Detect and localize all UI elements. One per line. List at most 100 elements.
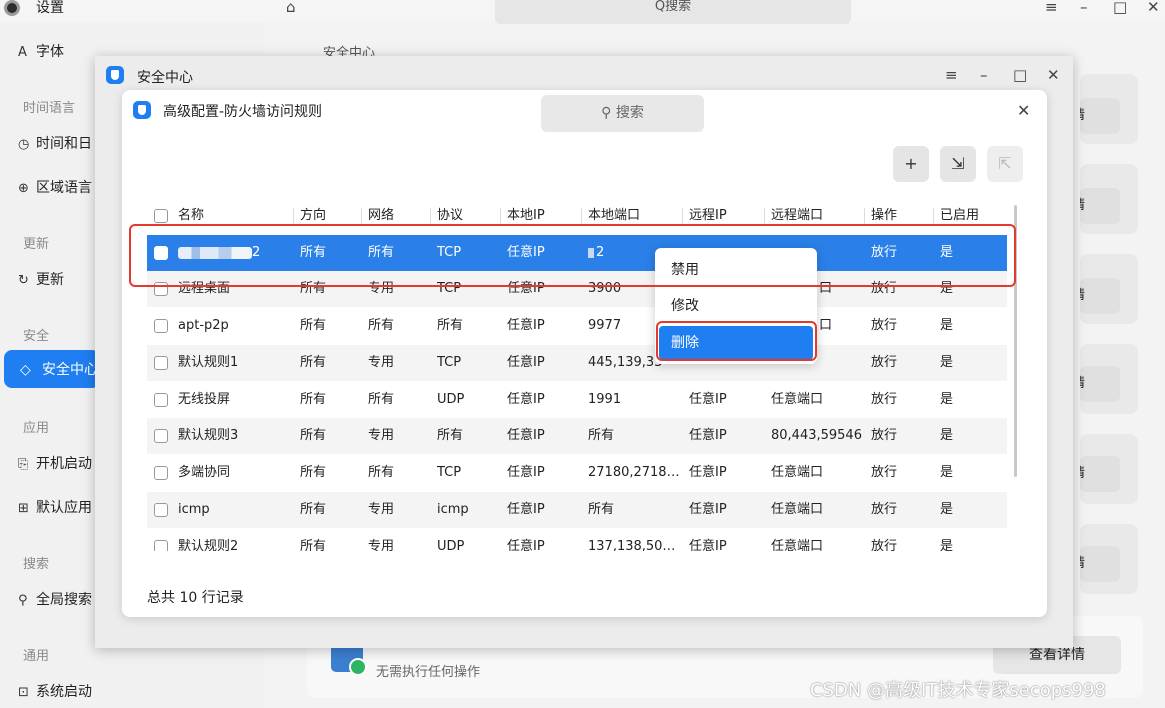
cell-network: 所有 (368, 465, 395, 480)
minimize-icon[interactable]: – (1080, 0, 1088, 15)
row-checkbox[interactable] (154, 429, 168, 443)
system-ok-icon (331, 644, 367, 676)
settings-search-input[interactable]: Q搜索 (495, 0, 851, 24)
cell-enabled: 是 (940, 539, 954, 551)
import-button[interactable]: ⇲ (940, 146, 976, 182)
menu-icon[interactable]: ≡ (945, 68, 958, 83)
table-row[interactable]: 默认规则1 所有 专用 TCP 任意IP 445,139,33 放行 是 (147, 345, 1007, 381)
cell-local-ip: 任意IP (507, 318, 545, 333)
cell-action: 放行 (871, 245, 898, 260)
cell-name: 2 (252, 245, 261, 260)
close-icon[interactable]: ✕ (1147, 0, 1160, 15)
cell-direction: 所有 (300, 539, 327, 551)
close-icon[interactable]: ✕ (1017, 101, 1030, 120)
cell-remote-ip: 任意IP (689, 428, 727, 443)
cell-protocol: UDP (437, 392, 465, 407)
cell-remote-port: 任意端口 (771, 465, 824, 480)
sidebar-section-apps: 应用 (23, 421, 50, 436)
cell-name: 默认规则3 (178, 428, 239, 443)
view-details-button[interactable]: 情 (1080, 98, 1120, 134)
menu-item-delete[interactable]: 删除 (659, 326, 813, 360)
sidebar-item-system-boot[interactable]: ⊡ 系统启动 (18, 681, 92, 701)
home-icon[interactable]: ⌂ (286, 0, 296, 15)
cell-local-port: 445,139,33 (588, 355, 663, 370)
close-icon[interactable]: ✕ (1047, 68, 1060, 83)
cell-local-ip: 任意IP (507, 502, 545, 517)
view-details-button[interactable]: 情 (1080, 456, 1120, 492)
view-details-button[interactable]: 情 (1080, 278, 1120, 314)
cell-enabled: 是 (940, 502, 954, 517)
watermark: CSDN @高级IT技术专家secops998 (810, 680, 1106, 701)
row-checkbox[interactable] (154, 282, 168, 296)
rules-search-input[interactable]: ⚲ 搜索 (541, 95, 704, 132)
table-row[interactable]: 远程桌面 所有 专用 TCP 任意IP 3900 口 放行 是 (147, 271, 1007, 307)
table-row[interactable]: 默认规则2 所有 专用 UDP 任意IP 137,138,50… 任意IP 任意… (147, 529, 1007, 551)
maximize-icon[interactable]: □ (1013, 68, 1027, 83)
table-row[interactable]: 多端协同 所有 所有 TCP 任意IP 27180,2718… 任意IP 任意端… (147, 455, 1007, 491)
sidebar-item-global-search[interactable]: ⚲ 全局搜索 (18, 589, 92, 609)
cell-local-port: 27180,2718… (588, 465, 680, 480)
table-row[interactable]: 2 所有 所有 TCP 任意IP 2 放行 是 (147, 235, 1007, 271)
firewall-dialog-icon (133, 101, 151, 119)
cell-remote-ip: 任意IP (689, 502, 727, 517)
cell-remote-port: 80,443,59546 (771, 428, 862, 443)
sidebar-item-font[interactable]: A 字体 (18, 41, 64, 61)
rules-table-body: 2 所有 所有 TCP 任意IP 2 放行 是 远程桌面 所有 专用 TCP 任… (147, 204, 1007, 551)
menu-icon[interactable]: ≡ (1045, 0, 1058, 15)
refresh-icon: ↻ (18, 273, 29, 288)
cell-protocol: UDP (437, 539, 465, 551)
view-details-button[interactable]: 情 (1080, 546, 1120, 582)
security-center-title: 安全中心 (137, 70, 193, 86)
cell-remote-port: 口 (819, 281, 833, 296)
cell-action: 放行 (871, 428, 898, 443)
row-checkbox[interactable] (154, 393, 168, 407)
sidebar-section-search: 搜索 (23, 557, 50, 572)
add-rule-button[interactable]: + (893, 146, 929, 182)
cell-direction: 所有 (300, 318, 327, 333)
table-scrollbar[interactable] (1014, 205, 1017, 477)
cell-direction: 所有 (300, 355, 327, 370)
search-icon: ⚲ (601, 105, 616, 121)
sidebar-section-update: 更新 (23, 237, 50, 252)
menu-item-edit[interactable]: 修改 (659, 289, 813, 323)
cell-network: 专用 (368, 281, 395, 296)
row-checkbox[interactable] (154, 319, 168, 333)
redacted-port (588, 247, 594, 258)
main-partial-title: 安全中心 (323, 46, 376, 56)
cell-action: 放行 (871, 465, 898, 480)
table-row[interactable]: 无线投屏 所有 所有 UDP 任意IP 1991 任意IP 任意端口 放行 是 (147, 382, 1007, 418)
export-button[interactable]: ⇱ (987, 146, 1023, 182)
sidebar-item-time-date[interactable]: ◷ 时间和日 (18, 133, 92, 153)
row-checkbox[interactable] (154, 246, 168, 260)
cell-direction: 所有 (300, 428, 327, 443)
table-row[interactable]: apt-p2p 所有 所有 所有 任意IP 9977 口 放行 是 (147, 308, 1007, 344)
sidebar-item-label: 默认应用 (36, 500, 92, 516)
sidebar-item-startup[interactable]: ⎘ 开机启动 (18, 453, 92, 473)
sidebar-item-security-center-label: ◇ 安全中心 (20, 359, 98, 379)
grid-icon: ⊞ (18, 501, 29, 516)
sidebar-item-label: 全局搜索 (36, 592, 92, 608)
sidebar-item-update[interactable]: ↻ 更新 (18, 269, 64, 289)
row-checkbox[interactable] (154, 503, 168, 517)
row-checkbox[interactable] (154, 540, 168, 551)
table-row[interactable]: icmp 所有 专用 icmp 任意IP 所有 任意IP 任意端口 放行 是 (147, 492, 1007, 528)
sidebar-item-label: 安全中心 (42, 362, 98, 378)
row-checkbox[interactable] (154, 356, 168, 370)
view-details-button[interactable]: 情 (1080, 188, 1120, 224)
row-checkbox[interactable] (154, 466, 168, 480)
cell-enabled: 是 (940, 392, 954, 407)
cell-network: 所有 (368, 318, 395, 333)
cell-local-port: 137,138,50… (588, 539, 676, 551)
maximize-icon[interactable]: □ (1113, 0, 1127, 15)
cell-enabled: 是 (940, 245, 954, 260)
table-row[interactable]: 默认规则3 所有 专用 所有 任意IP 所有 任意IP 80,443,59546… (147, 418, 1007, 454)
minimize-icon[interactable]: – (980, 68, 988, 83)
menu-item-disable[interactable]: 禁用 (659, 253, 813, 287)
cell-local-ip: 任意IP (507, 281, 545, 296)
view-details-button[interactable]: 情 (1080, 366, 1120, 402)
cell-direction: 所有 (300, 281, 327, 296)
status-card-text: 无需执行任何操作 (376, 665, 481, 680)
sidebar-item-region-language[interactable]: ⊕ 区域语言 (18, 177, 92, 197)
sidebar-item-default-apps[interactable]: ⊞ 默认应用 (18, 497, 92, 517)
cell-direction: 所有 (300, 502, 327, 517)
